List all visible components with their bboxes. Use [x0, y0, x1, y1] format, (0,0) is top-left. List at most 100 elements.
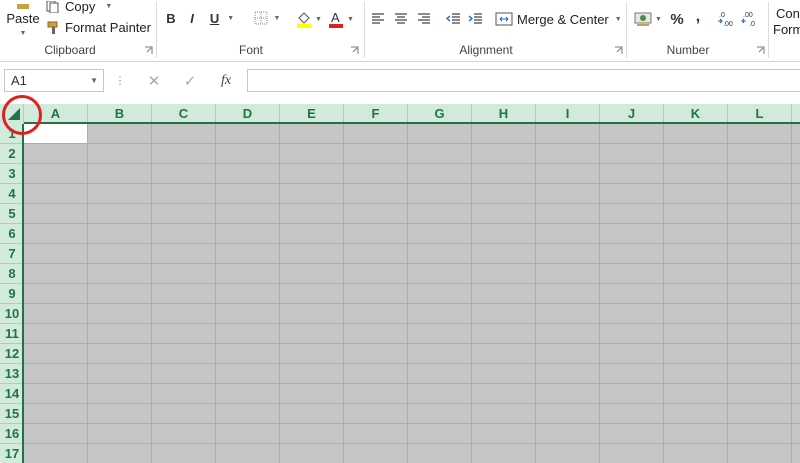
- percent-style-button[interactable]: %: [667, 8, 687, 30]
- svg-text:.0: .0: [749, 21, 755, 28]
- row-header-3[interactable]: 3: [0, 164, 24, 184]
- name-box-value: A1: [11, 73, 27, 88]
- gridline-horizontal: [24, 443, 800, 444]
- gridline-horizontal: [24, 423, 800, 424]
- column-header-c[interactable]: C: [152, 104, 216, 124]
- merge-center-icon: [495, 12, 513, 26]
- comma-style-button[interactable]: ,: [689, 6, 707, 28]
- cancel-formula-icon[interactable]: ✕: [142, 69, 166, 92]
- fill-color-dropdown-icon: ▼: [315, 15, 322, 23]
- font-color-button[interactable]: A ▼: [326, 8, 356, 30]
- italic-button[interactable]: I: [183, 8, 201, 28]
- row-header-17[interactable]: 17: [0, 444, 24, 463]
- select-all-button[interactable]: [0, 104, 24, 124]
- row-header-15[interactable]: 15: [0, 404, 24, 424]
- row-header-9[interactable]: 9: [0, 284, 24, 304]
- format-painter-label: Format Painter: [65, 19, 151, 35]
- gridline-vertical: [407, 124, 408, 463]
- row-header-8[interactable]: 8: [0, 264, 24, 284]
- name-box[interactable]: A1 ▼: [4, 69, 104, 92]
- accounting-icon: [634, 12, 652, 26]
- alignment-group-label: Alignment: [459, 43, 513, 57]
- align-left-button[interactable]: [368, 9, 388, 29]
- column-header-g[interactable]: G: [408, 104, 472, 124]
- ribbon-separator: [768, 2, 769, 58]
- increase-decimal-button[interactable]: .0.00: [716, 8, 738, 30]
- underline-label: U: [209, 10, 220, 26]
- format-painter-button[interactable]: Format Painter: [46, 18, 151, 36]
- gridline-horizontal: [24, 263, 800, 264]
- column-header-f[interactable]: F: [344, 104, 408, 124]
- row-header-16[interactable]: 16: [0, 424, 24, 444]
- column-header-k[interactable]: K: [664, 104, 728, 124]
- column-header-j[interactable]: J: [600, 104, 664, 124]
- column-header-b[interactable]: B: [88, 104, 152, 124]
- gridline-horizontal: [24, 163, 800, 164]
- gridline-horizontal: [24, 243, 800, 244]
- gridline-horizontal: [24, 323, 800, 324]
- gridline-vertical: [663, 124, 664, 463]
- row-header-13[interactable]: 13: [0, 364, 24, 384]
- copy-button[interactable]: Copy ▼: [46, 0, 112, 13]
- align-center-button[interactable]: [391, 9, 411, 29]
- row-header-1[interactable]: 1: [0, 124, 24, 144]
- column-header-h[interactable]: H: [472, 104, 536, 124]
- number-launcher-icon[interactable]: [756, 46, 765, 55]
- font-group-label: Font: [238, 43, 263, 57]
- row-header-11[interactable]: 11: [0, 324, 24, 344]
- confirm-formula-icon[interactable]: ✓: [178, 69, 202, 92]
- insert-function-label: fx: [220, 72, 232, 88]
- column-header-e[interactable]: E: [280, 104, 344, 124]
- insert-function-button[interactable]: fx: [214, 69, 238, 92]
- gridline-vertical: [535, 124, 536, 463]
- font-color-dropdown-icon: ▼: [347, 15, 354, 23]
- accounting-format-button[interactable]: ▼: [632, 8, 664, 30]
- paste-button[interactable]: Paste ▼: [4, 0, 42, 40]
- copy-dropdown-icon: ▼: [105, 3, 113, 10]
- clipboard-launcher-icon[interactable]: [144, 46, 153, 55]
- svg-text:.00: .00: [723, 21, 733, 28]
- column-header-l[interactable]: L: [728, 104, 792, 124]
- font-launcher-icon[interactable]: [350, 46, 359, 55]
- decrease-decimal-button[interactable]: .00.0: [740, 8, 762, 30]
- conditional-formatting-button[interactable]: Conc Form: [772, 6, 800, 40]
- row-header-2[interactable]: 2: [0, 144, 24, 164]
- ribbon-separator: [626, 2, 627, 58]
- fill-color-button[interactable]: ▼: [294, 8, 324, 30]
- align-right-button[interactable]: [414, 9, 434, 29]
- column-header-i[interactable]: I: [536, 104, 600, 124]
- bold-button[interactable]: B: [162, 8, 180, 28]
- formula-bar: A1 ▼ ⋮ ✕ ✓ fx: [0, 62, 800, 102]
- bold-label: B: [166, 10, 176, 26]
- gridline-horizontal: [24, 403, 800, 404]
- row-header-5[interactable]: 5: [0, 204, 24, 224]
- gridline-horizontal: [24, 203, 800, 204]
- underline-button[interactable]: U ▼: [205, 8, 239, 28]
- alignment-launcher-icon[interactable]: [614, 46, 623, 55]
- row-header-14[interactable]: 14: [0, 384, 24, 404]
- column-header-d[interactable]: D: [216, 104, 280, 124]
- gridline-vertical: [279, 124, 280, 463]
- name-box-dropdown-icon[interactable]: ▼: [90, 70, 98, 91]
- formula-input[interactable]: [247, 69, 800, 92]
- column-header-a[interactable]: A: [24, 104, 88, 124]
- borders-button[interactable]: ▼: [250, 8, 284, 28]
- row-header-10[interactable]: 10: [0, 304, 24, 324]
- merge-center-button[interactable]: Merge & Center ▼: [495, 8, 622, 30]
- row-header-rightline: [22, 124, 24, 463]
- row-header-6[interactable]: 6: [0, 224, 24, 244]
- gridline-vertical: [599, 124, 600, 463]
- align-right-icon: [418, 13, 430, 24]
- increase-indent-button[interactable]: [465, 9, 485, 29]
- row-header-4[interactable]: 4: [0, 184, 24, 204]
- row-header-12[interactable]: 12: [0, 344, 24, 364]
- gridline-horizontal: [24, 223, 800, 224]
- align-center-icon: [395, 13, 407, 24]
- conditional-formatting-label-line1: Conc: [776, 6, 800, 21]
- excel-window: Paste ▼ Copy ▼ Format Painter Clipboard …: [0, 0, 800, 463]
- gridline-horizontal: [24, 183, 800, 184]
- decrease-indent-button[interactable]: [443, 9, 463, 29]
- row-header-7[interactable]: 7: [0, 244, 24, 264]
- active-cell-a1[interactable]: [24, 124, 88, 144]
- cell-area[interactable]: [24, 124, 800, 463]
